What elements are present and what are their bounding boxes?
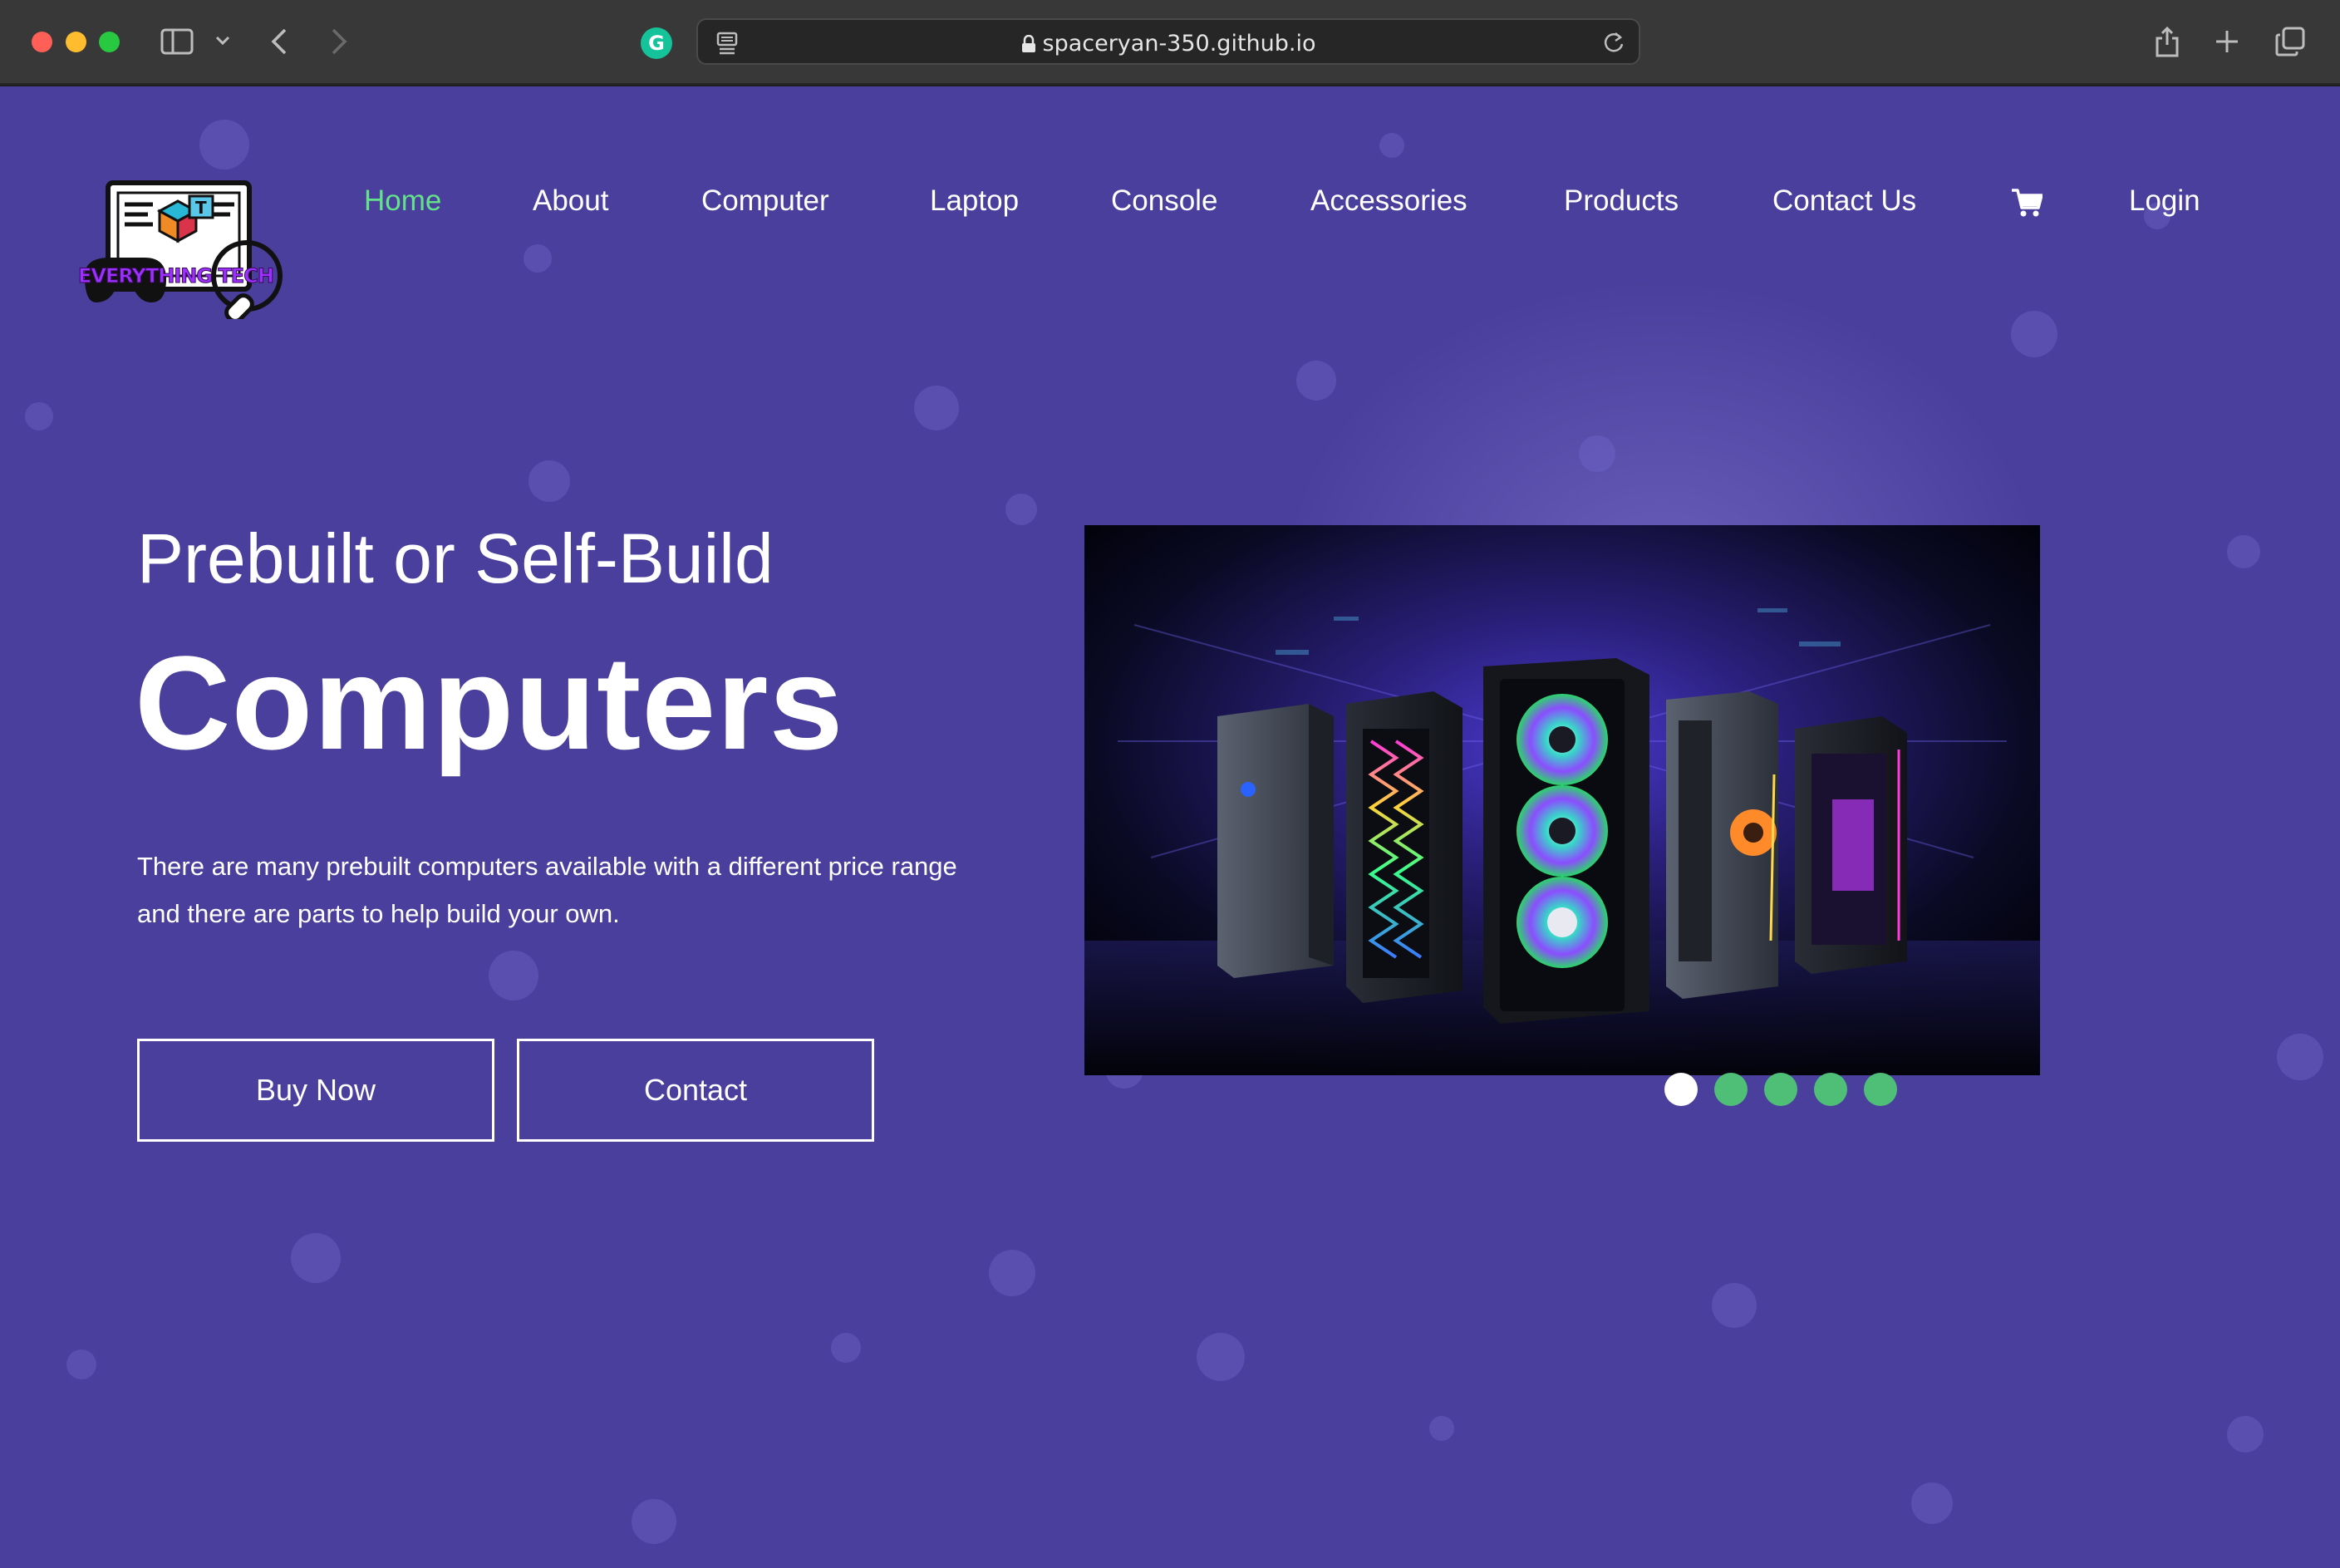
- nav-item-console[interactable]: Console: [1111, 184, 1217, 218]
- hero-subtitle: Prebuilt or Self-Build: [137, 519, 774, 597]
- address-bar[interactable]: spaceryan-350.github.io: [696, 18, 1640, 65]
- hero-title: Computers: [135, 628, 844, 777]
- carousel-dot-1[interactable]: [1664, 1073, 1698, 1106]
- new-tab-icon[interactable]: [2214, 28, 2240, 55]
- login-link[interactable]: Login: [2129, 184, 2200, 218]
- tab-overview-icon[interactable]: [2275, 27, 2305, 57]
- contact-button[interactable]: Contact: [517, 1039, 874, 1142]
- hero-description: There are many prebuilt computers availa…: [137, 852, 957, 928]
- carousel-dot-3[interactable]: [1764, 1073, 1797, 1106]
- buy-now-button[interactable]: Buy Now: [137, 1039, 494, 1142]
- back-arrow-icon[interactable]: [270, 27, 288, 56]
- web-page: T EVERYTHING TECH Home About Computer La…: [0, 86, 2340, 1568]
- sidebar-toggle-icon[interactable]: [160, 28, 194, 55]
- browser-toolbar: G spaceryan-350.github.io: [0, 0, 2340, 85]
- nav-item-products[interactable]: Products: [1564, 184, 1679, 218]
- svg-text:T: T: [195, 198, 207, 218]
- carousel-dot-4[interactable]: [1814, 1073, 1847, 1106]
- zoom-window-button[interactable]: [99, 32, 120, 52]
- close-window-button[interactable]: [32, 32, 52, 52]
- carousel-dot-5[interactable]: [1864, 1073, 1897, 1106]
- nav-item-laptop[interactable]: Laptop: [930, 184, 1019, 218]
- nav-item-contact-us[interactable]: Contact Us: [1772, 184, 1916, 218]
- logo-text: EVERYTHING TECH: [78, 264, 273, 288]
- grammarly-extension-icon[interactable]: G: [641, 27, 672, 59]
- forward-arrow-icon[interactable]: [330, 27, 348, 56]
- cart-icon[interactable]: [2011, 188, 2043, 218]
- nav-item-computer[interactable]: Computer: [701, 184, 829, 218]
- url-display: spaceryan-350.github.io: [698, 31, 1639, 57]
- nav-item-accessories[interactable]: Accessories: [1310, 184, 1467, 218]
- chevron-down-icon[interactable]: [214, 35, 231, 47]
- everything-tech-logo[interactable]: T EVERYTHING TECH: [76, 178, 288, 319]
- nav-item-home[interactable]: Home: [364, 184, 441, 218]
- minimize-window-button[interactable]: [66, 32, 86, 52]
- url-text: spaceryan-350.github.io: [1042, 31, 1316, 57]
- carousel-dot-2[interactable]: [1714, 1073, 1748, 1106]
- carousel-slide-image: [1084, 525, 2040, 1075]
- share-icon[interactable]: [2154, 25, 2180, 58]
- reload-icon[interactable]: [1602, 31, 1625, 56]
- nav-item-about[interactable]: About: [533, 184, 608, 218]
- lock-icon: [1021, 34, 1035, 52]
